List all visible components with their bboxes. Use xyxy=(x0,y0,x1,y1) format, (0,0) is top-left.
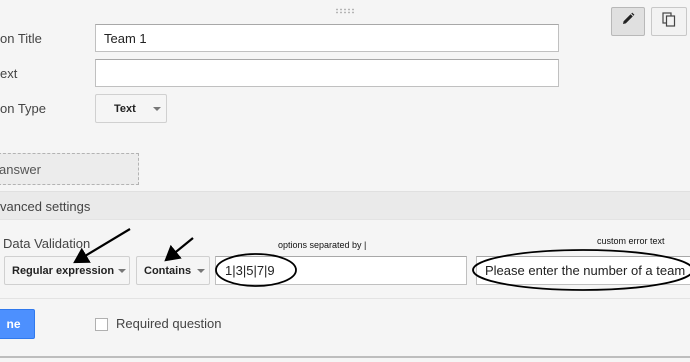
annotation-overlay xyxy=(73,228,690,291)
bottom-border xyxy=(0,356,690,358)
annotation-circle xyxy=(472,249,690,291)
annotation-arrow xyxy=(164,237,194,262)
section-divider xyxy=(0,298,690,299)
annotation-arrow xyxy=(73,228,131,264)
required-checkbox[interactable] xyxy=(95,318,108,331)
done-button[interactable]: ne xyxy=(0,309,35,339)
required-question-label: Required question xyxy=(116,316,222,331)
annotation-circle xyxy=(215,253,297,287)
